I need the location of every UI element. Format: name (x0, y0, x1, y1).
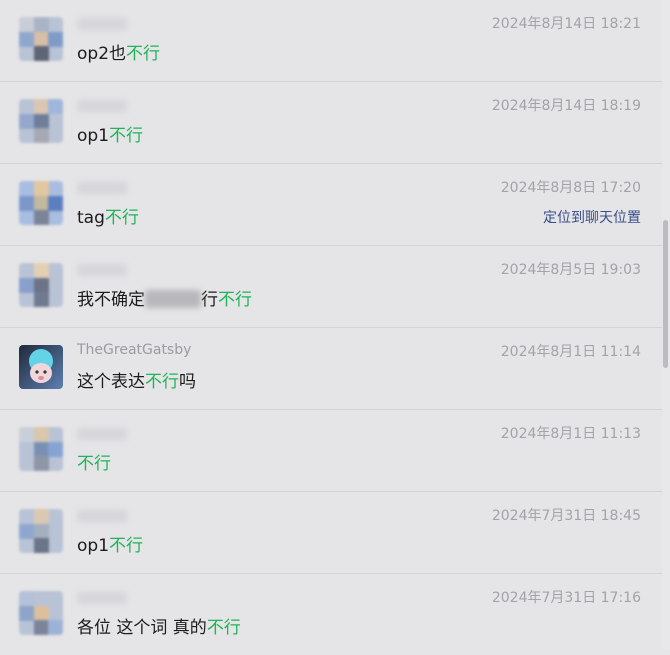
sender-name-redacted (77, 428, 127, 440)
search-result-list: 2024年8月14日 18:21 op2也不行 2024年8月14日 18:19… (0, 0, 662, 655)
sender-name-redacted (77, 592, 127, 604)
keyword-highlight: 不行 (77, 454, 111, 474)
message-time: 2024年8月1日 11:13 (500, 426, 641, 442)
message-row[interactable]: 2024年8月14日 18:19 op1不行 (0, 82, 662, 164)
message-row[interactable]: 2024年8月5日 19:03 我不确定 行不行 (0, 246, 662, 328)
message-time: 2024年8月5日 19:03 (500, 262, 641, 278)
keyword-highlight: 不行 (109, 126, 144, 146)
keyword-highlight: 不行 (109, 536, 144, 556)
message-time: 2024年8月14日 18:19 (491, 98, 641, 114)
message-text: op1不行 (77, 536, 144, 556)
avatar[interactable] (19, 17, 63, 61)
keyword-highlight: 不行 (104, 208, 139, 228)
keyword-highlight: 不行 (126, 44, 161, 64)
avatar[interactable] (19, 509, 63, 553)
avatar[interactable] (19, 345, 63, 389)
avatar[interactable] (19, 263, 63, 307)
keyword-highlight: 不行 (218, 290, 252, 310)
message-text: 不行 (77, 449, 111, 474)
message-text: 各位 这个词 真的不行 (77, 618, 241, 638)
scrollbar[interactable] (662, 0, 670, 650)
message-text: op2也不行 (77, 44, 161, 64)
message-text: 这个表达不行吗 (77, 372, 196, 392)
sender-name-redacted (77, 264, 127, 276)
sender-name-redacted (77, 18, 127, 30)
message-row[interactable]: TheGreatGatsby 2024年8月1日 11:14 这个表达不行吗 (0, 328, 662, 410)
message-text: tag不行 (77, 208, 139, 228)
avatar[interactable] (19, 99, 63, 143)
keyword-highlight: 不行 (206, 618, 241, 638)
sender-name-redacted (77, 510, 127, 522)
message-time: 2024年8月14日 18:21 (491, 16, 641, 32)
avatar[interactable] (19, 427, 63, 471)
scrollbar-thumb[interactable] (663, 220, 668, 368)
sender-name-redacted (77, 100, 127, 112)
message-row[interactable]: 2024年8月14日 18:21 op2也不行 (0, 0, 662, 82)
message-row[interactable]: 2024年8月8日 17:20 tag不行 定位到聊天位置 (0, 164, 662, 246)
keyword-highlight: 不行 (145, 372, 179, 392)
locate-in-chat-link[interactable]: 定位到聊天位置 (543, 207, 641, 227)
sender-name: TheGreatGatsby (77, 342, 192, 358)
message-row[interactable]: 2024年8月1日 11:13 不行 (0, 410, 662, 492)
message-text: op1不行 (77, 126, 144, 146)
message-row[interactable]: 2024年7月31日 17:16 各位 这个词 真的不行 (0, 574, 662, 655)
message-time: 2024年7月31日 17:16 (491, 590, 641, 606)
message-text: 我不确定 行不行 (77, 290, 252, 310)
redacted-text (145, 290, 201, 308)
message-row[interactable]: 2024年7月31日 18:45 op1不行 (0, 492, 662, 574)
message-time: 2024年7月31日 18:45 (491, 508, 641, 524)
message-time: 2024年8月1日 11:14 (500, 344, 641, 360)
avatar[interactable] (19, 591, 63, 635)
avatar[interactable] (19, 181, 63, 225)
sender-name-redacted (77, 182, 127, 194)
message-time: 2024年8月8日 17:20 (500, 180, 641, 196)
